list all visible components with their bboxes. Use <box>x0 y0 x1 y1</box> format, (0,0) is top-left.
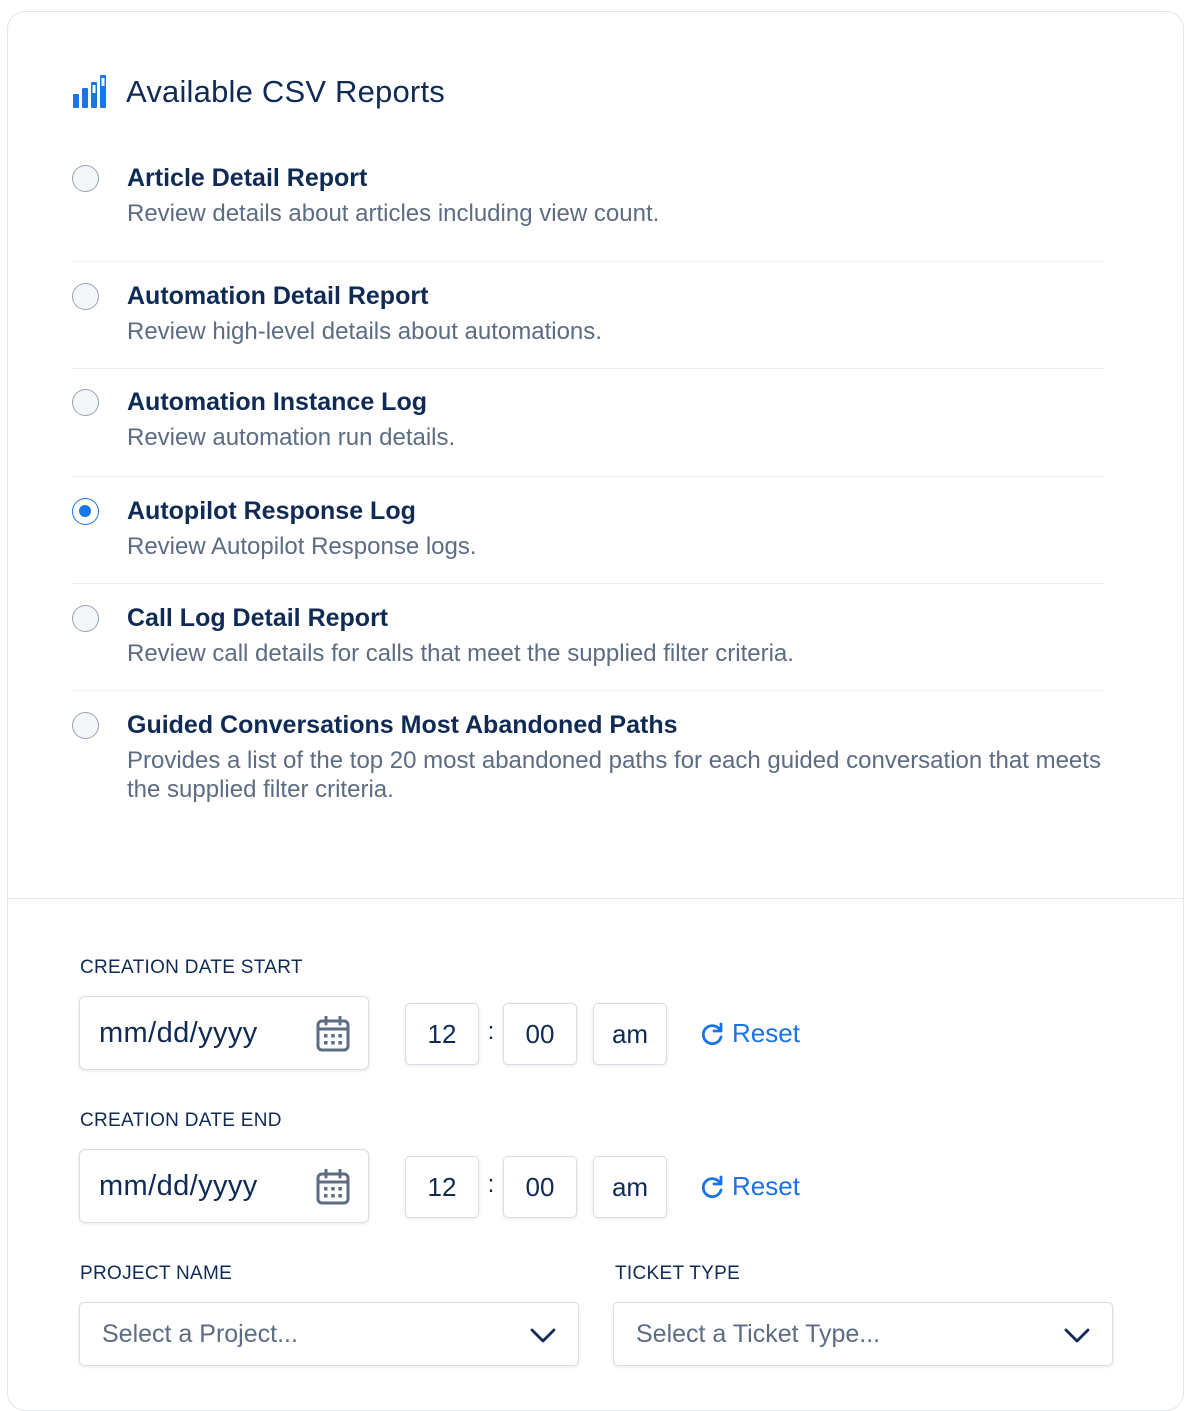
start-minute-input[interactable]: 00 <box>503 1003 577 1065</box>
report-option-autopilot-response-log[interactable]: Autopilot Response Log Review Autopilot … <box>72 477 1104 584</box>
report-title: Autopilot Response Log <box>127 497 416 525</box>
start-reset-button[interactable]: Reset <box>700 1018 800 1049</box>
report-title: Call Log Detail Report <box>127 604 389 632</box>
project-name-label: PROJECT NAME <box>80 1263 233 1284</box>
report-description: Provides a list of the top 20 most aband… <box>127 747 1101 803</box>
ticket-type-select[interactable]: Select a Ticket Type... <box>613 1302 1113 1366</box>
chevron-down-icon <box>1064 1323 1090 1347</box>
chevron-down-icon <box>530 1323 556 1347</box>
report-description: Review automation run details. <box>127 424 456 451</box>
calendar-icon[interactable] <box>316 1168 350 1205</box>
start-ampm-input[interactable]: am <box>593 1003 667 1065</box>
project-select-placeholder: Select a Project... <box>102 1319 298 1348</box>
radio-button[interactable] <box>72 283 99 310</box>
section-divider <box>8 898 1184 899</box>
end-minute-input[interactable]: 00 <box>503 1156 577 1218</box>
time-separator: : <box>487 1171 495 1198</box>
reset-label: Reset <box>732 1171 800 1201</box>
creation-date-start-input[interactable]: mm/dd/yyyy <box>79 996 369 1070</box>
project-select[interactable]: Select a Project... <box>79 1302 579 1366</box>
reports-header: Available CSV Reports <box>72 72 445 112</box>
report-option-automation-instance-log[interactable]: Automation Instance Log Review automatio… <box>72 369 1104 477</box>
report-title: Article Detail Report <box>127 164 368 192</box>
refresh-icon <box>701 1022 723 1045</box>
bar-chart-icon <box>72 74 108 110</box>
reset-label: Reset <box>732 1018 800 1048</box>
report-description: Review call details for calls that meet … <box>127 640 794 667</box>
page-title: Available CSV Reports <box>126 74 445 109</box>
creation-date-end-label: CREATION DATE END <box>80 1110 282 1131</box>
end-hour-input[interactable]: 12 <box>405 1156 479 1218</box>
end-reset-button[interactable]: Reset <box>700 1171 800 1202</box>
report-title: Guided Conversations Most Abandoned Path… <box>127 711 678 739</box>
report-description: Review details about articles including … <box>127 200 660 227</box>
report-title: Automation Instance Log <box>127 388 427 416</box>
creation-date-end-input[interactable]: mm/dd/yyyy <box>79 1149 369 1223</box>
report-title: Automation Detail Report <box>127 282 429 310</box>
calendar-icon[interactable] <box>316 1015 350 1052</box>
report-description: Review Autopilot Response logs. <box>127 533 477 560</box>
radio-button[interactable] <box>72 712 99 739</box>
refresh-icon <box>701 1175 723 1198</box>
end-ampm-input[interactable]: am <box>593 1156 667 1218</box>
time-separator: : <box>487 1018 495 1045</box>
report-radio-list: Article Detail Report Review details abo… <box>72 160 1104 821</box>
radio-button[interactable] <box>72 165 99 192</box>
radio-button-selected[interactable] <box>72 498 99 525</box>
date-placeholder: mm/dd/yyyy <box>99 1169 258 1202</box>
report-option-automation-detail[interactable]: Automation Detail Report Review high-lev… <box>72 262 1104 369</box>
ticket-type-label: TICKET TYPE <box>615 1263 741 1284</box>
report-description: Review high-level details about automati… <box>127 318 602 345</box>
date-placeholder: mm/dd/yyyy <box>99 1016 258 1049</box>
report-option-article-detail[interactable]: Article Detail Report Review details abo… <box>72 160 1104 262</box>
radio-button[interactable] <box>72 605 99 632</box>
ticket-type-select-placeholder: Select a Ticket Type... <box>636 1319 881 1348</box>
radio-button[interactable] <box>72 389 99 416</box>
creation-date-start-label: CREATION DATE START <box>80 957 303 978</box>
report-option-guided-conversations-abandoned-paths[interactable]: Guided Conversations Most Abandoned Path… <box>72 691 1104 821</box>
start-hour-input[interactable]: 12 <box>405 1003 479 1065</box>
report-option-call-log-detail[interactable]: Call Log Detail Report Review call detai… <box>72 584 1104 691</box>
